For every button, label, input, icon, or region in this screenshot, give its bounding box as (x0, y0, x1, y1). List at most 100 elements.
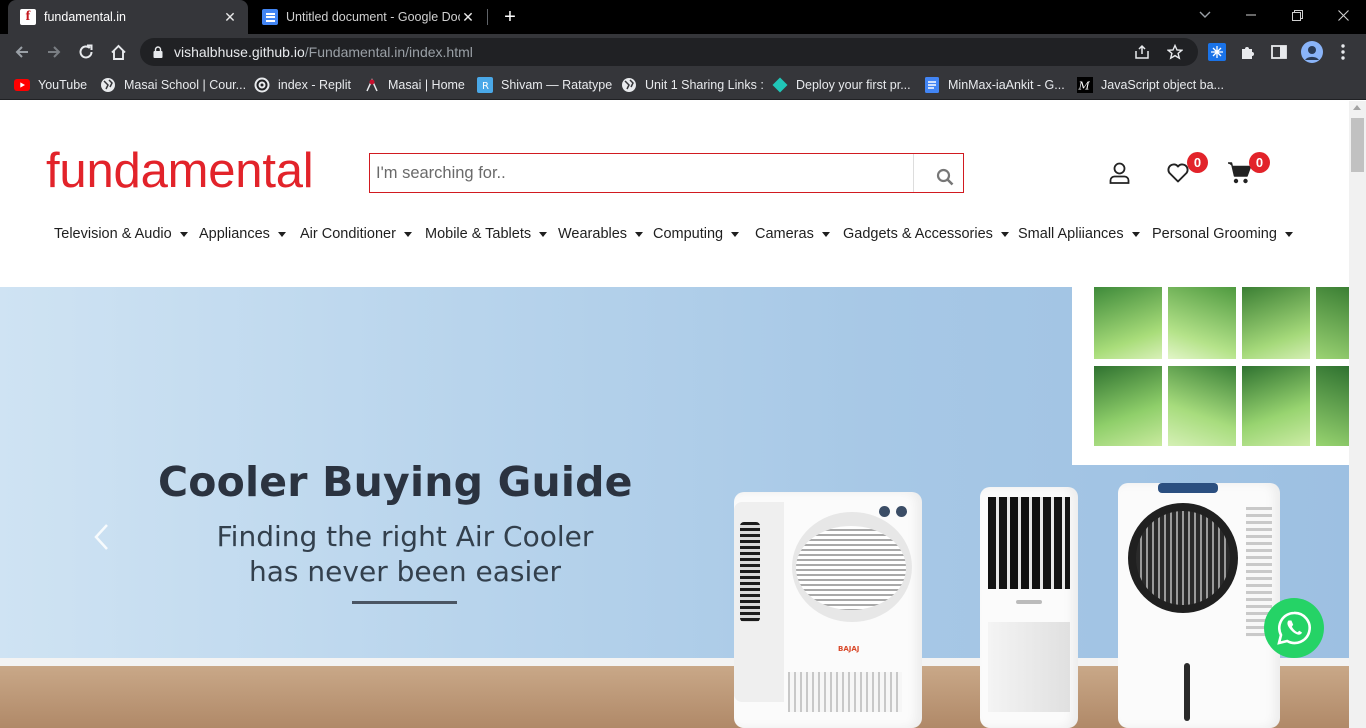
address-bar[interactable]: vishalbhuse.github.io/Fundamental.in/ind… (140, 38, 1198, 66)
close-icon (1337, 9, 1349, 21)
search-icon[interactable] (936, 168, 954, 186)
svg-text:R: R (482, 81, 489, 92)
close-icon[interactable]: ✕ (460, 9, 476, 25)
nav-small-appliances[interactable]: Small Apliiances (1018, 226, 1140, 242)
back-button[interactable] (9, 39, 35, 65)
tower-cooler-image (980, 487, 1078, 728)
share-icon[interactable] (1133, 43, 1151, 61)
nav-mobile-tablets[interactable]: Mobile & Tablets (425, 226, 548, 242)
globe-icon (621, 77, 637, 93)
bookmark-medium[interactable]: M JavaScript object ba... (1077, 76, 1224, 94)
search-divider (913, 154, 914, 192)
caret-down-icon (1284, 231, 1293, 237)
google-docs-icon (262, 9, 278, 25)
restore-button[interactable] (1274, 0, 1320, 30)
profile-avatar[interactable] (1301, 41, 1323, 63)
puzzle-icon[interactable] (1237, 42, 1257, 62)
globe-icon (100, 77, 116, 93)
banner-underline (352, 601, 457, 604)
nav-label: Computing (653, 226, 724, 242)
youtube-icon (14, 77, 30, 93)
bookmark-replit[interactable]: index - Replit (254, 76, 351, 94)
bookmark-label: JavaScript object ba... (1101, 78, 1224, 92)
caret-down-icon (277, 231, 286, 237)
caret-down-icon (179, 231, 188, 237)
nav-label: Air Conditioner (300, 226, 396, 242)
menu-dots-icon[interactable] (1333, 42, 1353, 62)
whatsapp-chat-button[interactable] (1264, 598, 1324, 658)
scroll-thumb[interactable] (1351, 118, 1364, 172)
air-cooler-image: BAJAJ (734, 492, 922, 728)
site-logo[interactable]: fundamental (46, 145, 314, 197)
bookmark-label: MinMax-iaAnkit - G... (948, 78, 1065, 92)
nav-television-audio[interactable]: Television & Audio (54, 226, 188, 242)
extension-snowflake-icon[interactable] (1207, 42, 1227, 62)
nav-label: Cameras (755, 226, 814, 242)
bookmark-masai-school[interactable]: Masai School | Cour... (100, 76, 246, 94)
home-button[interactable] (105, 39, 131, 65)
whatsapp-icon (1277, 611, 1311, 645)
bookmark-masai-home[interactable]: Masai | Home (364, 76, 465, 94)
nav-cameras[interactable]: Cameras (755, 226, 830, 242)
bookmark-label: Shivam — Ratatype (501, 78, 613, 92)
tab-google-docs[interactable]: Untitled document - Google Docs ✕ (250, 0, 486, 34)
user-account-icon[interactable] (1109, 162, 1130, 184)
nav-label: Gadgets & Accessories (843, 226, 993, 242)
caret-down-icon (821, 231, 830, 237)
reload-button[interactable] (73, 39, 99, 65)
minimize-button[interactable] (1228, 0, 1274, 30)
bookmark-youtube[interactable]: YouTube (14, 76, 87, 94)
banner-subtitle-line: has never been easier (249, 555, 561, 588)
close-icon[interactable]: ✕ (222, 9, 238, 25)
google-docs-icon (924, 77, 940, 93)
forward-button[interactable] (41, 39, 67, 65)
restore-icon (1291, 9, 1303, 21)
bookmark-star-icon[interactable] (1166, 43, 1184, 61)
search-box (369, 153, 964, 193)
bookmarks-bar: YouTube Masai School | Cour... index - R… (0, 70, 1366, 100)
carousel-prev-icon[interactable] (92, 521, 112, 553)
hero-carousel[interactable]: Cooler Buying Guide Finding the right Ai… (0, 287, 1349, 728)
bookmark-label: Masai | Home (388, 78, 465, 92)
bookmark-unit-1[interactable]: Unit 1 Sharing Links : (621, 76, 764, 94)
bookmark-label: index - Replit (278, 78, 351, 92)
bookmark-minmax[interactable]: MinMax-iaAnkit - G... (924, 76, 1065, 94)
url-text: vishalbhuse.github.io/Fundamental.in/ind… (174, 44, 473, 60)
nav-personal-grooming[interactable]: Personal Grooming (1152, 226, 1293, 242)
search-input[interactable] (370, 154, 913, 192)
nav-computing[interactable]: Computing (653, 226, 740, 242)
nav-label: Personal Grooming (1152, 226, 1277, 242)
banner-subtitle: Finding the right Air Cooler has never b… (160, 519, 650, 589)
new-tab-button[interactable]: + (498, 5, 522, 29)
nav-air-conditioner[interactable]: Air Conditioner (300, 226, 412, 242)
caret-down-icon (731, 231, 740, 237)
scroll-up-arrow[interactable] (1353, 105, 1361, 110)
tab-title: Untitled document - Google Docs (286, 10, 460, 24)
browser-toolbar: vishalbhuse.github.io/Fundamental.in/ind… (0, 34, 1366, 70)
bookmark-label: Masai School | Cour... (124, 78, 247, 92)
cart-count-badge: 0 (1249, 152, 1270, 173)
bookmark-label: YouTube (38, 78, 88, 92)
page-scrollbar[interactable] (1349, 101, 1366, 728)
nav-label: Television & Audio (54, 226, 172, 242)
desert-cooler-image (1118, 483, 1280, 728)
tab-fundamental[interactable]: f fundamental.in ✕ (8, 0, 248, 34)
tab-divider (487, 9, 488, 25)
fundamental-favicon: f (20, 9, 36, 25)
home-icon (110, 44, 126, 60)
replit-icon (254, 77, 270, 93)
close-window-button[interactable] (1320, 0, 1366, 30)
tab-title: fundamental.in (44, 10, 127, 24)
nav-appliances[interactable]: Appliances (199, 226, 286, 242)
nav-gadgets-accessories[interactable]: Gadgets & Accessories (843, 226, 1009, 242)
wishlist-heart-icon[interactable] (1167, 163, 1189, 183)
bookmark-netlify[interactable]: Deploy your first pr... (772, 76, 911, 94)
bookmark-label: Deploy your first pr... (796, 78, 911, 92)
nav-wearables[interactable]: Wearables (558, 226, 644, 242)
masai-icon (364, 77, 380, 93)
caret-down-icon (539, 231, 548, 237)
bookmark-ratatype[interactable]: R Shivam — Ratatype (477, 76, 612, 94)
tab-search-button[interactable] (1182, 0, 1228, 30)
side-panel-icon[interactable] (1269, 42, 1289, 62)
arrow-right-icon (48, 46, 61, 58)
